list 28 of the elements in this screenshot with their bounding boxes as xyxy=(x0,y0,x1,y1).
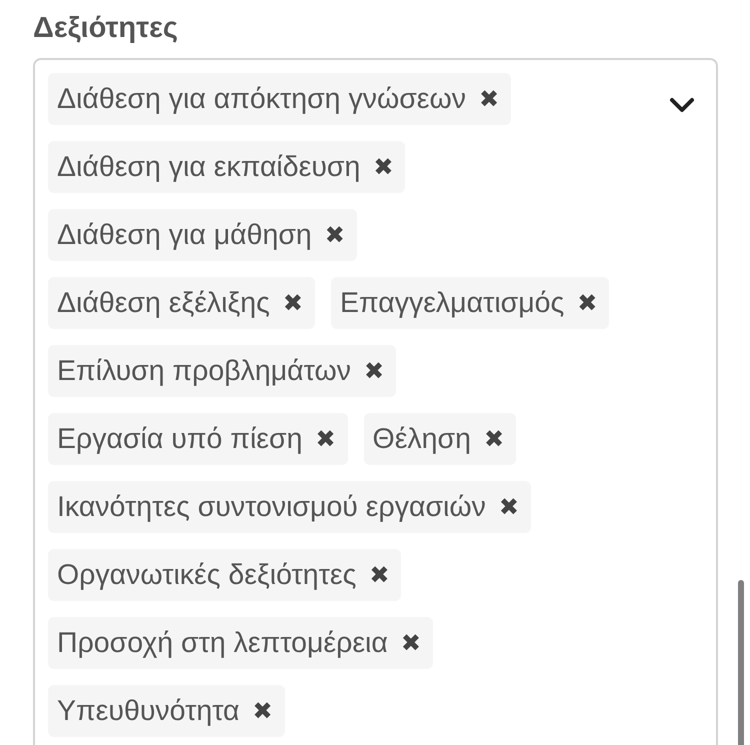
chip-label: Διάθεση εξέλιξης xyxy=(57,287,270,319)
chip-label: Διάθεση για εκπαίδευση xyxy=(57,151,360,183)
scrollbar-thumb[interactable] xyxy=(738,580,744,745)
chip-label: Ικανότητες συντονισμού εργασιών xyxy=(57,491,486,523)
chip-label: Υπευθυνότητα xyxy=(57,695,240,727)
chip-label: Προσοχή στη λεπτομέρεια xyxy=(57,627,388,659)
remove-button[interactable]: ✖ xyxy=(498,493,519,521)
remove-button[interactable]: ✖ xyxy=(315,425,336,453)
chevron-down-icon[interactable] xyxy=(669,97,695,113)
remove-button[interactable]: ✖ xyxy=(484,425,504,453)
remove-button[interactable]: ✖ xyxy=(364,357,384,385)
chip-label: Επίλυση προβλημάτων xyxy=(57,355,351,387)
remove-button[interactable]: ✖ xyxy=(282,289,303,317)
section-title: Δεξιότητες xyxy=(33,11,178,46)
remove-button[interactable]: ✖ xyxy=(577,289,598,317)
multi-select-field[interactable] xyxy=(33,58,718,745)
chip-label: Επαγγελματισμός xyxy=(340,287,564,319)
chip-label: Διάθεση για μάθηση xyxy=(57,219,312,251)
remove-button[interactable]: ✖ xyxy=(369,561,390,589)
chip-label: Οργανωτικές δεξιότητες xyxy=(57,559,356,591)
chip-label: Διάθεση για απόκτηση γνώσεων xyxy=(57,83,466,115)
chip-label: Θέληση xyxy=(372,423,471,455)
remove-button[interactable]: ✖ xyxy=(373,153,394,181)
remove-button[interactable]: ✖ xyxy=(479,85,500,113)
chip-label: Εργασία υπό πίεση xyxy=(57,423,302,455)
remove-button[interactable]: ✖ xyxy=(400,629,421,657)
remove-button[interactable]: ✖ xyxy=(252,697,273,725)
remove-button[interactable]: ✖ xyxy=(324,221,345,249)
